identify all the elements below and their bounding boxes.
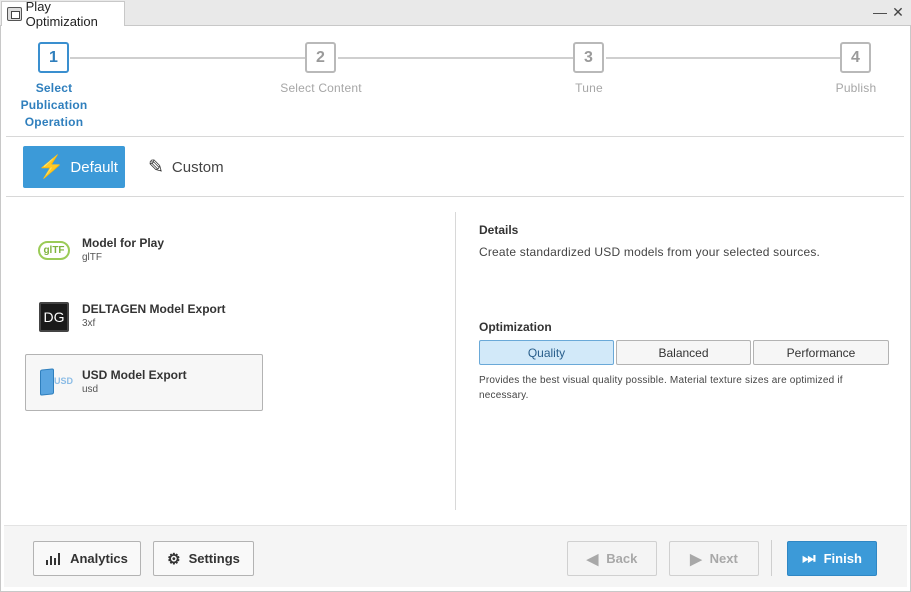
- analytics-label: Analytics: [70, 551, 128, 566]
- default-mode-button[interactable]: ⚡ Default: [23, 146, 125, 188]
- next-button[interactable]: ▶ Next: [669, 541, 759, 576]
- optimization-performance-button[interactable]: Performance: [753, 340, 889, 365]
- step-connector: [338, 57, 574, 59]
- analytics-button[interactable]: Analytics: [33, 541, 141, 576]
- operation-item-usd-export[interactable]: USD USD Model Export usd: [25, 354, 263, 411]
- gear-icon: ⚙: [167, 550, 181, 568]
- details-text: Create standardized USD models from your…: [479, 245, 821, 259]
- step-3-indicator[interactable]: 3: [573, 42, 604, 73]
- divider: [6, 136, 904, 137]
- optimization-heading: Optimization: [479, 320, 552, 334]
- window-tab[interactable]: Play Optimization: [1, 0, 125, 29]
- back-label: Back: [606, 551, 638, 566]
- back-button[interactable]: ◀ Back: [567, 541, 657, 576]
- step-2-indicator[interactable]: 2: [305, 42, 336, 73]
- operation-title: DELTAGEN Model Export: [82, 302, 226, 316]
- lightning-icon: ⚡: [37, 154, 65, 179]
- window-title: Play Optimization: [25, 0, 98, 29]
- minimize-icon[interactable]: —: [873, 4, 887, 20]
- optimization-balanced-button[interactable]: Balanced: [616, 340, 751, 365]
- operation-format: glTF: [82, 252, 102, 263]
- title-bar: Play Optimization — ✕: [0, 0, 911, 29]
- arrow-left-icon: ◀: [586, 550, 599, 568]
- pencil-icon: ✎: [148, 156, 164, 178]
- step-4-label: Publish: [835, 81, 877, 95]
- custom-mode-button[interactable]: ✎ Custom: [146, 146, 246, 188]
- details-heading: Details: [479, 223, 519, 237]
- operation-item-model-for-play[interactable]: glTF Model for Play glTF: [25, 222, 263, 279]
- next-label: Next: [709, 551, 738, 566]
- step-3-label: Tune: [575, 81, 603, 95]
- default-mode-label: Default: [70, 158, 118, 176]
- vertical-divider: [455, 212, 456, 510]
- settings-label: Settings: [188, 551, 240, 566]
- step-1-indicator[interactable]: 1: [38, 42, 69, 73]
- arrow-right-icon: ▶: [690, 550, 702, 568]
- step-2-label: Select Content: [280, 81, 362, 95]
- step-connector: [70, 57, 306, 59]
- skip-end-icon: ⏭: [802, 550, 816, 567]
- usd-icon: USD: [38, 367, 73, 399]
- footer-divider: [771, 540, 772, 576]
- operation-format: 3xf: [82, 318, 96, 329]
- settings-button[interactable]: ⚙ Settings: [153, 541, 254, 576]
- operation-format: usd: [82, 384, 99, 395]
- divider: [6, 196, 904, 197]
- bar-chart-icon: [46, 552, 62, 565]
- gltf-icon: glTF: [38, 235, 70, 267]
- finish-button[interactable]: ⏭ Finish: [787, 541, 877, 576]
- operation-title: Model for Play: [82, 236, 165, 250]
- optimization-quality-button[interactable]: Quality: [479, 340, 614, 365]
- operation-title: USD Model Export: [82, 368, 187, 382]
- step-4-indicator[interactable]: 4: [840, 42, 871, 73]
- optimization-description: Provides the best visual quality possibl…: [479, 375, 843, 401]
- custom-mode-label: Custom: [171, 158, 224, 176]
- deltagen-icon: DG: [38, 301, 70, 333]
- step-1-label: Select Publication Operation: [20, 81, 88, 129]
- step-connector: [606, 57, 840, 59]
- app-icon: [7, 7, 22, 21]
- finish-label: Finish: [823, 551, 862, 566]
- operation-item-deltagen-export[interactable]: DG DELTAGEN Model Export 3xf: [25, 288, 263, 345]
- close-icon[interactable]: ✕: [891, 4, 905, 20]
